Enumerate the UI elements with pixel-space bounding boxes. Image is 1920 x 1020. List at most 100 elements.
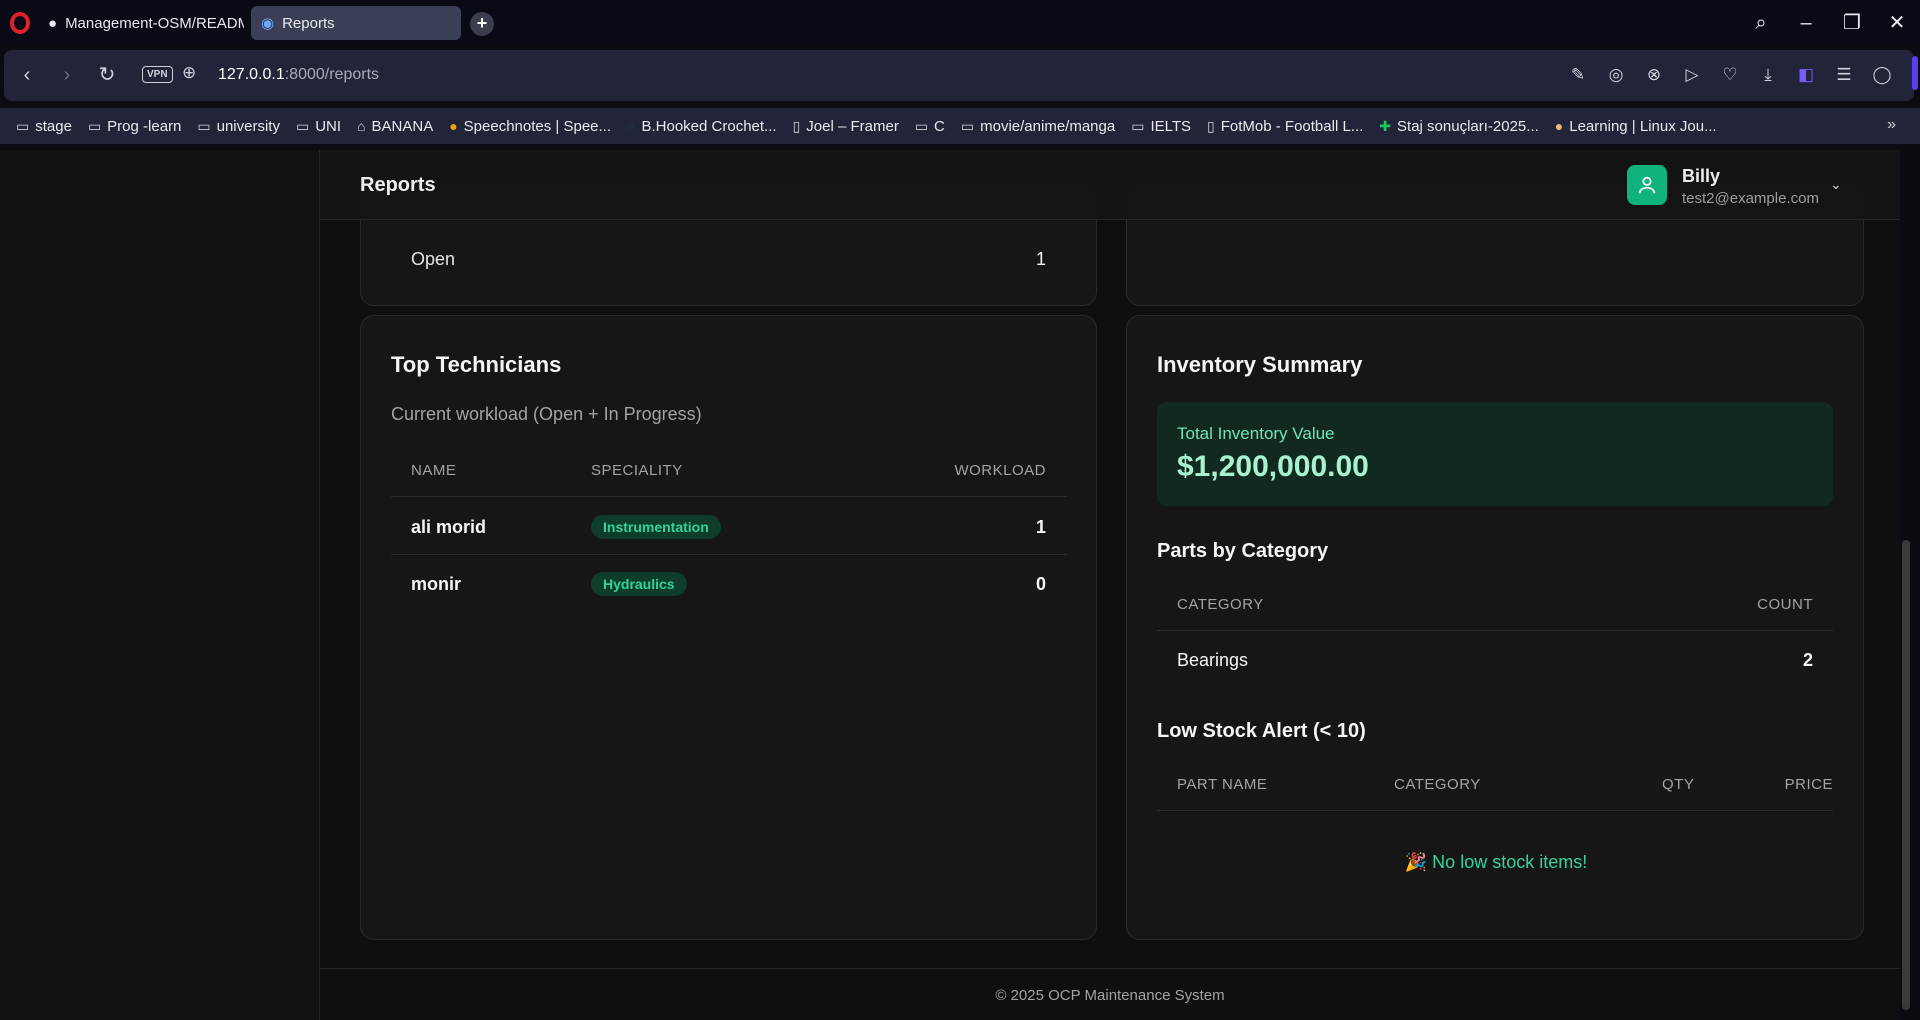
page-icon: ◉ xyxy=(261,15,275,32)
folder-icon: ▭ xyxy=(295,117,310,134)
workload-value: 0 xyxy=(1035,574,1046,594)
opera-logo-icon[interactable] xyxy=(10,12,30,34)
bookmark-item[interactable]: ✚ Staj sonuçları-2025... xyxy=(1379,118,1538,135)
column-header-speciality: SPECIALITY xyxy=(591,462,683,479)
folder-icon: ▭ xyxy=(16,117,30,134)
page-icon: ▯ xyxy=(1207,117,1215,134)
tab-github[interactable]: ● Management-OSM/READM xyxy=(38,6,244,40)
column-header-name: NAME xyxy=(411,462,457,479)
bookmark-item[interactable]: ▭ C xyxy=(915,118,945,135)
page-icon: ▯ xyxy=(792,117,801,134)
workload-value: 1 xyxy=(1035,517,1046,537)
folder-icon: ▭ xyxy=(914,117,929,134)
chevron-down-icon[interactable]: ⌄ xyxy=(1830,176,1842,193)
bookmark-item[interactable]: ▭ Prog -learn xyxy=(88,118,181,135)
total-inventory-label: Total Inventory Value xyxy=(1177,424,1335,443)
bookmark-item[interactable]: ▭ UNI xyxy=(296,118,341,135)
new-tab-button[interactable]: + xyxy=(470,12,494,36)
bookmark-item[interactable]: ● B.Hooked Crochet... xyxy=(627,118,777,135)
more-bookmarks-icon[interactable]: » xyxy=(1887,116,1896,134)
column-header-category: CATEGORY xyxy=(1394,776,1481,793)
site-icon: ● xyxy=(627,118,636,134)
divider xyxy=(1157,810,1833,811)
scrollbar[interactable] xyxy=(1902,150,1910,1020)
card-title: Inventory Summary xyxy=(1157,352,1363,377)
page-title: Reports xyxy=(360,174,436,196)
browser-tab-bar: ● Management-OSM/READM ◉ Reports + ⌕ – ❐… xyxy=(0,0,1920,46)
status-value: 1 xyxy=(1035,249,1046,269)
bookmark-item[interactable]: ▭ university xyxy=(197,118,280,135)
close-window-button[interactable]: ✕ xyxy=(1882,8,1912,38)
address-bar[interactable]: 127.0.0.1:8000/reports xyxy=(218,66,379,84)
mic-icon: ● xyxy=(449,118,458,134)
divider xyxy=(391,496,1067,497)
bookmark-item[interactable]: ⌂ BANANA xyxy=(357,118,433,135)
column-header-count: COUNT xyxy=(1757,596,1813,613)
column-header-category: CATEGORY xyxy=(1177,596,1264,613)
download-icon[interactable]: ⤓ xyxy=(1756,63,1780,87)
user-name[interactable]: Billy xyxy=(1682,166,1720,187)
url-path: :8000/reports xyxy=(284,66,380,83)
tab-label: Reports xyxy=(282,14,335,32)
user-email: test2@example.com xyxy=(1682,190,1819,207)
bank-icon: ⌂ xyxy=(357,118,366,134)
bookmark-item[interactable]: ▭ stage xyxy=(16,118,72,135)
user-icon xyxy=(1638,176,1656,194)
tab-reports[interactable]: ◉ Reports xyxy=(251,6,461,40)
empty-state-message: 🎉 No low stock items! xyxy=(1404,852,1588,872)
vpn-badge[interactable]: VPN xyxy=(142,66,173,83)
toolbar-icons: ✎ ◎ ⊗ ▷ ♡ ⤓ ◧ ☰ ◯ xyxy=(1566,63,1894,87)
main-content: Reports Billy test2@example.com ⌄ Open 1… xyxy=(320,150,1900,1020)
avatar[interactable] xyxy=(1627,165,1667,205)
column-header-part-name: PART NAME xyxy=(1177,776,1268,793)
camera-icon[interactable]: ◎ xyxy=(1604,63,1628,87)
globe-icon[interactable]: ⊕ xyxy=(182,63,196,83)
technician-name: monir xyxy=(411,574,462,594)
folder-icon: ▭ xyxy=(197,117,211,134)
settings-sliders-icon[interactable]: ☰ xyxy=(1832,63,1856,87)
inventory-card: Inventory Summary Total Inventory Value … xyxy=(1126,315,1864,940)
speciality-badge: Instrumentation xyxy=(591,515,721,539)
site-icon: ● xyxy=(1554,118,1564,134)
forward-button[interactable]: › xyxy=(54,62,80,88)
divider xyxy=(1157,630,1833,631)
bookmark-item[interactable]: ▭ movie/anime/manga xyxy=(961,118,1115,135)
reload-button[interactable]: ↻ xyxy=(94,62,120,88)
speciality-badge: Hydraulics xyxy=(591,572,687,596)
footer: © 2025 OCP Maintenance System xyxy=(320,968,1900,1020)
adblock-icon[interactable]: ⊗ xyxy=(1642,63,1666,87)
bookmark-item[interactable]: ● Learning | Linux Jou... xyxy=(1555,118,1717,135)
bookmark-item[interactable]: ▭ IELTS xyxy=(1131,118,1191,135)
low-stock-title: Low Stock Alert (< 10) xyxy=(1157,720,1366,742)
parts-by-category-title: Parts by Category xyxy=(1157,540,1329,562)
back-button[interactable]: ‹ xyxy=(14,62,40,88)
github-icon: ● xyxy=(48,14,58,32)
search-tabs-icon[interactable]: ⌕ xyxy=(1746,8,1776,38)
player-icon[interactable]: ▷ xyxy=(1680,63,1704,87)
column-header-price: PRICE xyxy=(1784,776,1833,793)
total-inventory-value: $1,200,000.00 xyxy=(1177,450,1369,483)
bookmark-item[interactable]: ▯ FotMob - Football L... xyxy=(1207,118,1363,135)
restore-button[interactable]: ❐ xyxy=(1837,8,1867,38)
scrollbar-thumb[interactable] xyxy=(1902,540,1910,1010)
bookmark-item[interactable]: ▯ Joel – Framer xyxy=(793,118,899,135)
status-label: Open xyxy=(411,249,456,269)
column-header-workload: WORKLOAD xyxy=(954,462,1046,479)
minimize-button[interactable]: – xyxy=(1791,8,1821,38)
profile-icon[interactable]: ◯ xyxy=(1870,63,1894,87)
category-count: 2 xyxy=(1802,650,1813,670)
folder-icon: ▭ xyxy=(1131,117,1145,134)
sheet-icon: ✚ xyxy=(1379,117,1392,134)
folder-icon: ▭ xyxy=(87,117,102,134)
column-header-qty: QTY xyxy=(1662,776,1695,793)
sidebar-accent xyxy=(1912,56,1918,90)
card-title: Top Technicians xyxy=(391,352,562,377)
technician-name: ali morid xyxy=(411,517,487,537)
total-inventory-box: Total Inventory Value $1,200,000.00 xyxy=(1157,402,1833,506)
edit-icon[interactable]: ✎ xyxy=(1566,63,1590,87)
technicians-card: Top Technicians Current workload (Open +… xyxy=(360,315,1097,940)
toggle-icon[interactable]: ◧ xyxy=(1794,63,1818,87)
url-host: 127.0.0.1 xyxy=(218,66,285,83)
heart-icon[interactable]: ♡ xyxy=(1718,63,1742,87)
bookmark-item[interactable]: ● Speechnotes | Spee... xyxy=(449,118,611,135)
